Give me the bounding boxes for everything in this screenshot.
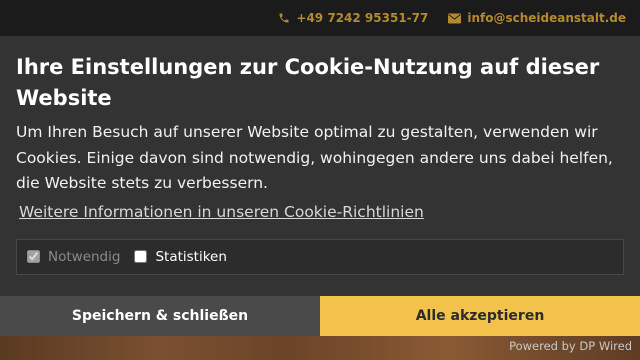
envelope-icon [448, 13, 462, 24]
email-contact[interactable]: info@scheideanstalt.de [448, 11, 626, 25]
statistics-checkbox[interactable] [134, 250, 148, 263]
necessary-checkbox [27, 250, 40, 263]
cookie-banner-title: Ihre Einstellungen zur Cookie-Nutzung au… [16, 55, 600, 110]
save-and-close-button[interactable]: Speichern & schließen [0, 296, 320, 336]
cookie-options: Notwendig Statistiken [16, 238, 624, 275]
powered-by-text[interactable]: Powered by DP Wired [509, 339, 632, 353]
email-address: info@scheideanstalt.de [467, 11, 626, 25]
accept-all-button[interactable]: Alle akzeptieren [320, 296, 640, 336]
necessary-label: Notwendig [48, 248, 121, 265]
cookie-banner-description: Um Ihren Besuch auf unserer Website opti… [16, 123, 613, 192]
phone-number: +49 7242 95351-77 [296, 11, 429, 25]
statistics-label: Statistiken [155, 248, 227, 265]
top-contact-bar: +49 7242 95351-77 info@scheideanstalt.de [0, 0, 640, 36]
phone-contact[interactable]: +49 7242 95351-77 [278, 11, 428, 25]
phone-icon [278, 12, 290, 24]
cookie-button-row: Speichern & schließen Alle akzeptieren [0, 296, 640, 336]
cookie-banner: Ihre Einstellungen zur Cookie-Nutzung au… [0, 36, 640, 296]
cookie-policy-link[interactable]: Weitere Informationen in unseren Cookie-… [19, 203, 424, 221]
option-statistics[interactable]: Statistiken [134, 248, 227, 265]
option-necessary: Notwendig [27, 249, 120, 265]
